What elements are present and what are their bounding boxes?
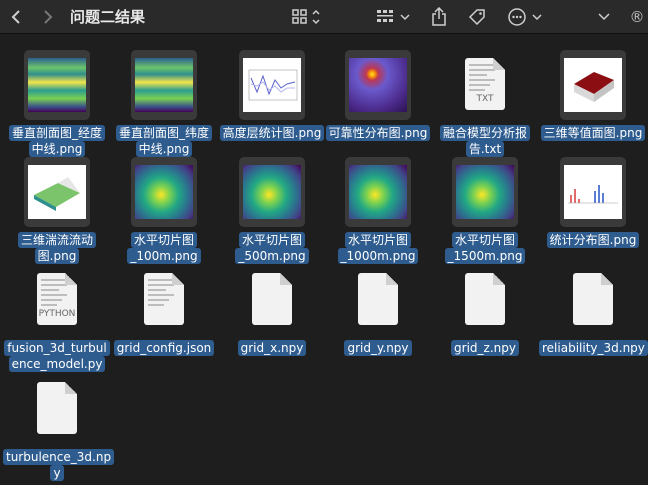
file-item[interactable]: grid_y.npy bbox=[324, 257, 432, 367]
file-item[interactable]: 高度层统计图.png bbox=[218, 42, 326, 152]
document-icon: TXT bbox=[465, 58, 505, 110]
file-thumbnail bbox=[131, 50, 197, 120]
file-item[interactable]: 水平切片图 _1000m.png bbox=[324, 149, 432, 264]
view-mode-button[interactable] bbox=[288, 0, 324, 34]
file-thumbnail bbox=[560, 265, 626, 335]
document-icon bbox=[465, 273, 505, 325]
file-name: grid_x.npy bbox=[218, 340, 326, 356]
chevron-down-icon bbox=[598, 13, 610, 21]
file-thumbnail bbox=[239, 50, 305, 120]
file-item[interactable]: TXT 融合模型分析报 告.txt bbox=[431, 42, 539, 157]
file-item[interactable]: PYTHON fusion_3d_turbul ence_model.py bbox=[3, 257, 111, 372]
back-button[interactable] bbox=[6, 0, 26, 34]
file-item[interactable]: turbulence_3d.np y bbox=[3, 366, 115, 481]
file-thumbnail bbox=[345, 50, 411, 120]
file-item[interactable]: 三维等值面图.png bbox=[539, 42, 647, 152]
group-icon bbox=[377, 10, 410, 22]
file-name-line: 垂直剖面图_经度 bbox=[8, 125, 105, 141]
file-name-line: grid_z.npy bbox=[451, 340, 519, 356]
file-name-line: 水平切片图 bbox=[238, 232, 305, 248]
file-type-tag: PYTHON bbox=[38, 309, 76, 319]
share-button[interactable] bbox=[428, 0, 450, 34]
file-name-line: turbulence_3d.np bbox=[3, 449, 115, 465]
file-item[interactable]: grid_config.json bbox=[110, 257, 218, 367]
file-name: 可靠性分布图.png bbox=[324, 125, 432, 141]
file-thumbnail bbox=[452, 157, 518, 227]
file-name-line: 融合模型分析报 bbox=[439, 125, 530, 141]
file-name-line: 三维湍流流动 bbox=[17, 232, 96, 248]
file-item[interactable]: grid_x.npy bbox=[218, 257, 326, 367]
document-icon bbox=[144, 273, 184, 325]
overflow-chevron-button[interactable] bbox=[594, 0, 614, 34]
file-name-line: 水平切片图 bbox=[344, 232, 411, 248]
share-icon bbox=[432, 7, 446, 26]
file-item[interactable]: 三维湍流流动 图.png bbox=[3, 149, 111, 264]
file-item[interactable]: 统计分布图.png bbox=[539, 149, 647, 259]
file-thumbnail bbox=[239, 157, 305, 227]
file-name-line: 垂直剖面图_纬度 bbox=[115, 125, 212, 141]
forward-button[interactable] bbox=[38, 0, 58, 34]
window-title: 问题二结果 bbox=[70, 8, 146, 26]
file-thumbnail bbox=[131, 265, 197, 335]
document-icon: PYTHON bbox=[37, 273, 77, 325]
group-button[interactable] bbox=[374, 0, 412, 34]
file-thumbnail bbox=[24, 374, 90, 444]
file-name-line: grid_config.json bbox=[113, 340, 215, 356]
document-icon bbox=[573, 273, 613, 325]
file-name-line: 水平切片图 bbox=[130, 232, 197, 248]
file-name-line: 统计分布图.png bbox=[546, 232, 640, 248]
ellipsis-circle-icon bbox=[508, 8, 542, 26]
file-name: grid_config.json bbox=[110, 340, 218, 356]
file-thumbnail bbox=[560, 50, 626, 120]
file-item[interactable]: 垂直剖面图_纬度 中线.png bbox=[110, 42, 218, 157]
file-name-line: grid_x.npy bbox=[237, 340, 307, 356]
file-name-line: reliability_3d.npy bbox=[539, 340, 648, 356]
file-item[interactable]: 水平切片图 _100m.png bbox=[110, 149, 218, 264]
file-name-line: fusion_3d_turbul bbox=[4, 340, 110, 356]
file-thumbnail bbox=[239, 265, 305, 335]
document-icon bbox=[358, 273, 398, 325]
file-name: 统计分布图.png bbox=[539, 232, 647, 248]
file-grid: 垂直剖面图_经度 中线.png 垂直剖面图_纬度 中线.png 高度层统计图.png 可靠… bbox=[0, 34, 648, 485]
file-thumbnail bbox=[131, 157, 197, 227]
file-item[interactable]: 水平切片图 _500m.png bbox=[218, 149, 326, 264]
file-name-line: 水平切片图 bbox=[451, 232, 518, 248]
file-name: turbulence_3d.np y bbox=[3, 449, 115, 481]
file-item[interactable]: 水平切片图 _1500m.png bbox=[431, 149, 539, 264]
file-thumbnail bbox=[345, 157, 411, 227]
file-item[interactable]: grid_z.npy bbox=[431, 257, 539, 367]
file-item[interactable]: 可靠性分布图.png bbox=[324, 42, 432, 152]
file-thumbnail bbox=[452, 265, 518, 335]
file-name-line: grid_y.npy bbox=[344, 340, 412, 356]
file-name: grid_z.npy bbox=[431, 340, 539, 356]
document-icon bbox=[252, 273, 292, 325]
document-icon bbox=[37, 382, 77, 434]
registered-mark: ® bbox=[629, 8, 645, 26]
tag-button[interactable] bbox=[466, 0, 488, 34]
chevron-right-icon bbox=[44, 10, 53, 24]
file-thumbnail: PYTHON bbox=[24, 265, 90, 335]
file-name: 高度层统计图.png bbox=[218, 125, 326, 141]
file-thumbnail bbox=[24, 50, 90, 120]
tag-icon bbox=[468, 9, 485, 26]
file-thumbnail: TXT bbox=[452, 50, 518, 120]
more-actions-button[interactable] bbox=[506, 0, 546, 34]
file-thumbnail bbox=[24, 157, 90, 227]
file-item[interactable]: reliability_3d.npy bbox=[539, 257, 648, 367]
icon-grid-icon bbox=[292, 9, 320, 25]
file-name-line: y bbox=[50, 465, 64, 481]
file-name-line: 可靠性分布图.png bbox=[325, 125, 431, 141]
file-item[interactable]: 垂直剖面图_经度 中线.png bbox=[3, 42, 111, 157]
finder-toolbar: 问题二结果 ® bbox=[0, 0, 648, 34]
file-name-line: 高度层统计图.png bbox=[219, 125, 325, 141]
file-name: 三维等值面图.png bbox=[539, 125, 647, 141]
chevron-left-icon bbox=[11, 10, 20, 24]
file-name: grid_y.npy bbox=[324, 340, 432, 356]
file-type-tag: TXT bbox=[476, 94, 494, 104]
file-thumbnail bbox=[560, 157, 626, 227]
file-thumbnail bbox=[345, 265, 411, 335]
file-name: reliability_3d.npy bbox=[539, 340, 648, 356]
file-name-line: 三维等值面图.png bbox=[540, 125, 646, 141]
